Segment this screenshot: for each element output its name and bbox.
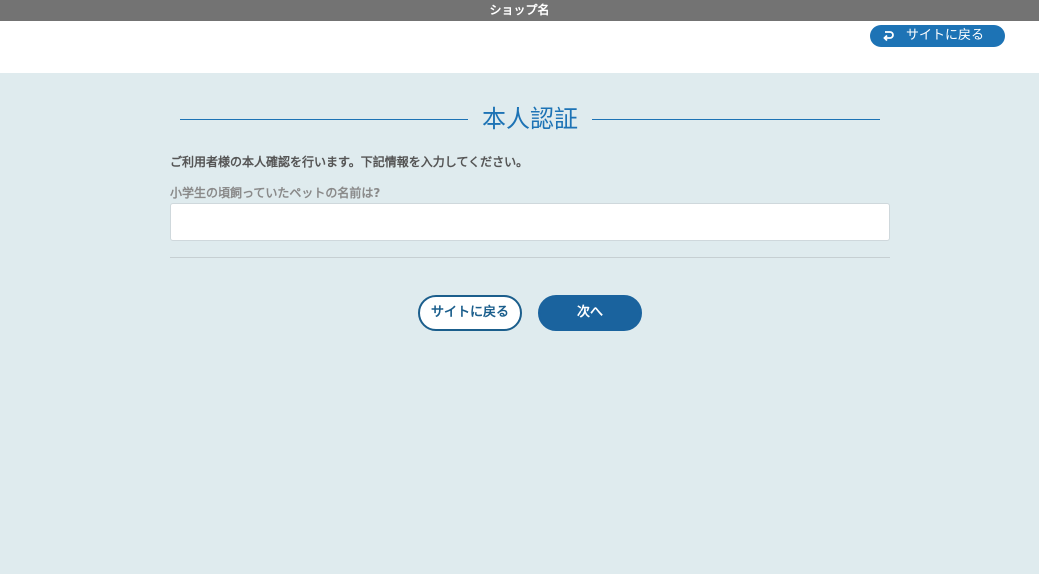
divider: [170, 257, 890, 258]
return-arrow-icon: [883, 31, 894, 42]
title-line-right: [592, 119, 880, 120]
shop-name: ショップ名: [489, 3, 550, 17]
header: サイトに戻る: [0, 21, 1039, 73]
back-to-site-label: サイトに戻る: [906, 28, 985, 43]
page-title: 本人認証: [482, 105, 578, 133]
next-button[interactable]: 次へ: [538, 295, 642, 331]
security-question-label: 小学生の頃飼っていたペットの名前は?: [170, 186, 381, 200]
instruction-text: ご利用者様の本人確認を行います。下記情報を入力してください。: [170, 155, 529, 169]
shop-name-bar: ショップ名: [0, 0, 1039, 21]
auth-form: 本人認証 ご利用者様の本人確認を行います。下記情報を入力してください。 小学生の…: [0, 73, 1039, 574]
back-to-site-link[interactable]: サイトに戻る: [870, 25, 1005, 47]
title-row: 本人認証: [180, 101, 880, 137]
title-line-left: [180, 119, 468, 120]
back-to-site-button[interactable]: サイトに戻る: [418, 295, 522, 331]
security-answer-input[interactable]: [170, 203, 890, 241]
